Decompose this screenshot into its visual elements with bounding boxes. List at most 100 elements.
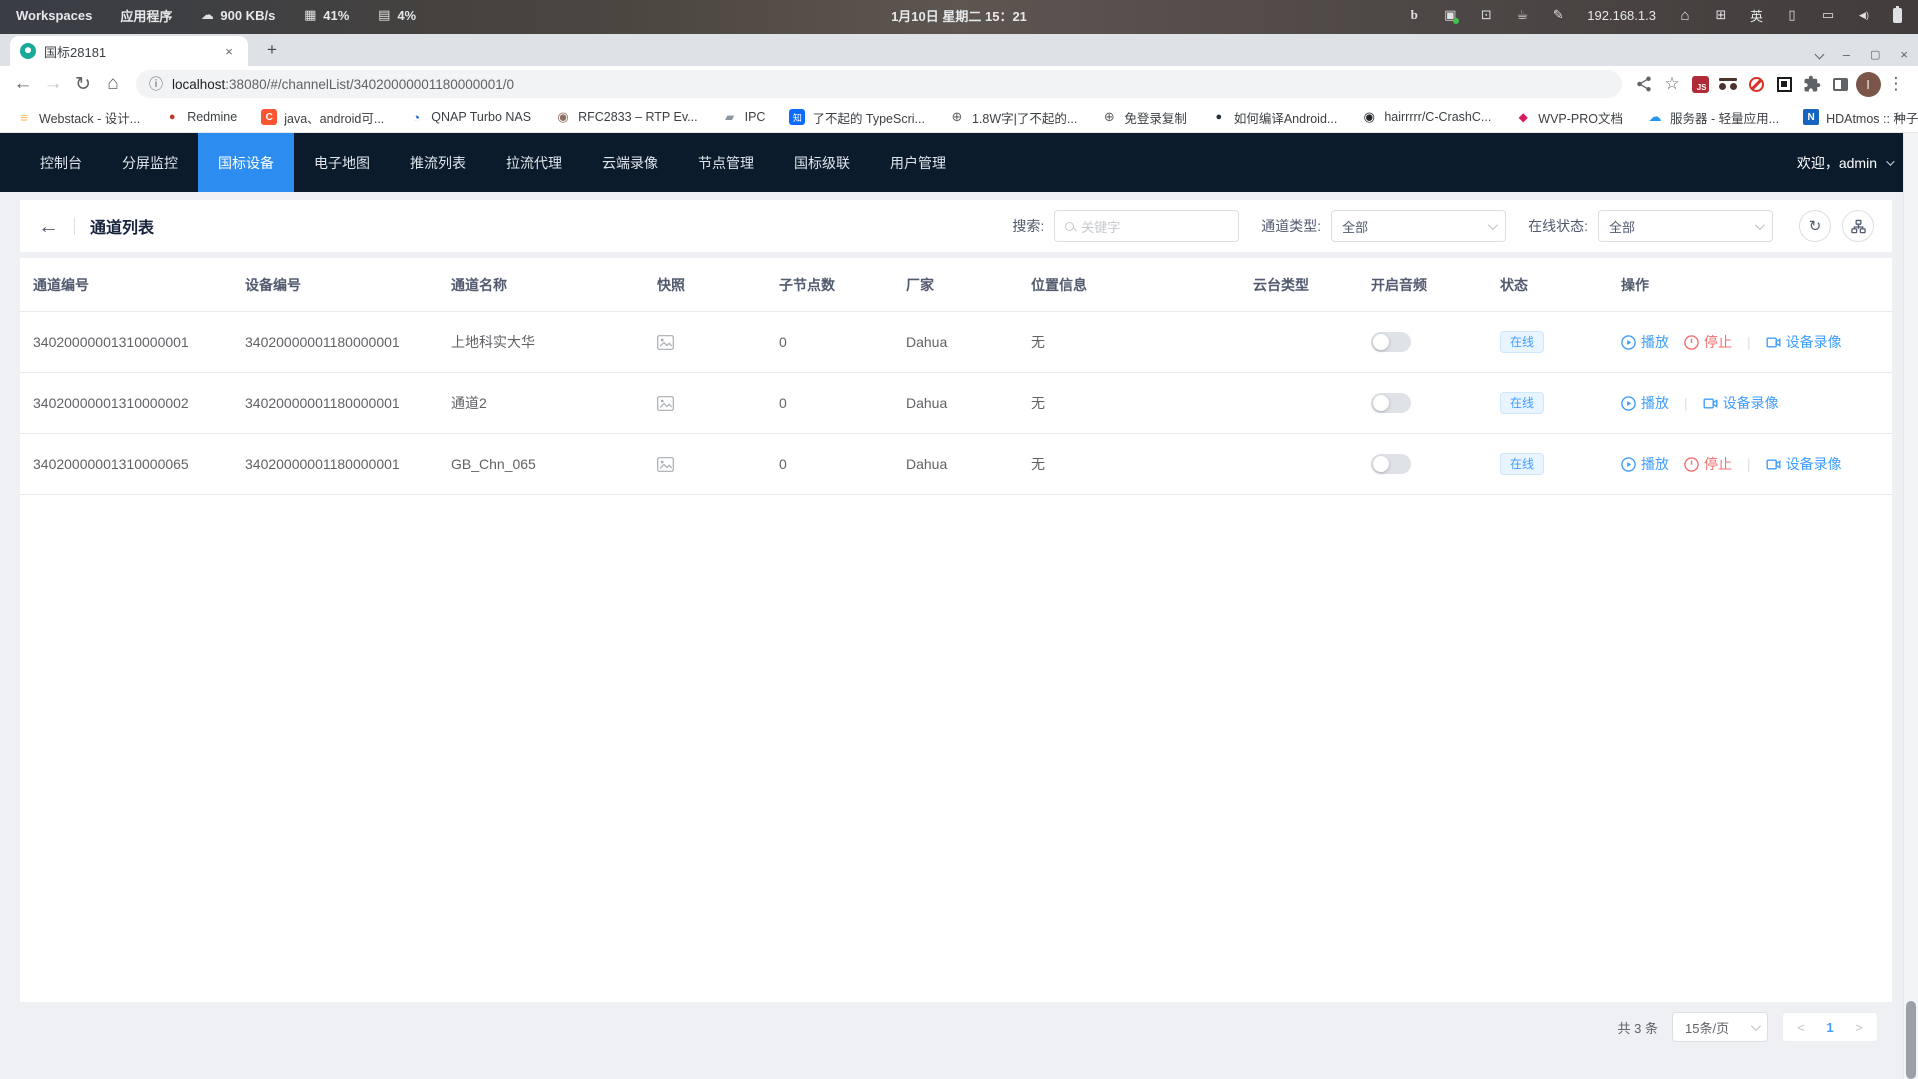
- nav-item[interactable]: 电子地图: [294, 133, 390, 192]
- stop-button[interactable]: 停止: [1684, 454, 1732, 474]
- play-button[interactable]: 播放: [1621, 332, 1669, 352]
- play-button[interactable]: 播放: [1621, 454, 1669, 474]
- bookmark-item[interactable]: ◆ WVP-PRO文档: [1515, 108, 1623, 127]
- bookmark-item[interactable]: ☁ 服务器 - 轻量应用...: [1647, 108, 1779, 127]
- bookmark-label: 服务器 - 轻量应用...: [1670, 108, 1779, 127]
- stop-button[interactable]: 停止: [1684, 332, 1732, 352]
- page-scrollbar[interactable]: [1903, 133, 1918, 1079]
- page-header: ← 通道列表 搜索: 关键字 通道类型: 全部 在线状态: 全部 ↻: [20, 200, 1892, 252]
- bookmark-item[interactable]: ● 如何编译Android...: [1211, 108, 1338, 127]
- extension-screen-icon[interactable]: [1770, 70, 1798, 98]
- bookmark-label: 了不起的 TypeScri...: [812, 108, 925, 127]
- battery-icon[interactable]: [1893, 8, 1902, 23]
- pen-tray-icon[interactable]: ✎: [1551, 7, 1565, 23]
- bookmark-label: hairrrrr/C-CrashC...: [1384, 110, 1491, 124]
- profile-avatar[interactable]: I: [1854, 70, 1882, 98]
- bookmarks-overflow-chevron[interactable]: »: [1896, 108, 1904, 124]
- phonelink-icon[interactable]: ▯: [1785, 7, 1799, 23]
- page-size-select[interactable]: 15条/页: [1672, 1012, 1768, 1042]
- snapshot-thumbnail-icon[interactable]: [644, 457, 766, 472]
- nav-item[interactable]: 云端录像: [582, 133, 678, 192]
- prev-page-button[interactable]: <: [1787, 1020, 1815, 1035]
- browser-home-button[interactable]: ⌂: [98, 69, 128, 99]
- snapshot-thumbnail-icon[interactable]: [644, 396, 766, 411]
- online-status-select[interactable]: 全部: [1598, 210, 1773, 242]
- extension-js-icon[interactable]: JS: [1686, 70, 1714, 98]
- cloud-download-icon: ☁: [200, 7, 214, 23]
- site-info-icon[interactable]: ⓘ: [149, 74, 163, 94]
- side-panel-icon[interactable]: [1826, 70, 1854, 98]
- reload-button[interactable]: ↻: [68, 69, 98, 99]
- snapshot-thumbnail-icon[interactable]: [644, 335, 766, 350]
- back-button[interactable]: ←: [8, 69, 38, 99]
- minimize-button[interactable]: –: [1843, 47, 1850, 62]
- user-menu[interactable]: 欢迎，admin: [1797, 133, 1892, 192]
- record-icon: [1766, 457, 1781, 472]
- bookmark-item[interactable]: 知 了不起的 TypeScri...: [789, 108, 925, 127]
- cpu-icon: ▦: [303, 7, 317, 23]
- device-record-button[interactable]: 设备录像: [1703, 393, 1779, 413]
- bookmark-item[interactable]: ◉ hairrrrr/C-CrashC...: [1361, 109, 1491, 125]
- cup-tray-icon[interactable]: ☕: [1515, 7, 1529, 23]
- tab-close-icon[interactable]: ×: [220, 42, 238, 60]
- address-bar[interactable]: ⓘ localhost:38080/#/channelList/34020000…: [136, 70, 1622, 98]
- bookmark-item[interactable]: ◔ QNAP Turbo NAS: [408, 109, 531, 125]
- bookmark-item[interactable]: ≡ Webstack - 设计...: [16, 108, 140, 127]
- bing-tray-icon[interactable]: b: [1407, 7, 1421, 23]
- home-tray-icon[interactable]: ⌂: [1678, 7, 1692, 24]
- forward-button[interactable]: →: [38, 69, 68, 99]
- bookmark-item[interactable]: ▰ IPC: [722, 109, 766, 125]
- next-page-button[interactable]: >: [1845, 1020, 1873, 1035]
- window-close-button[interactable]: ×: [1900, 47, 1908, 62]
- bookmark-star-icon[interactable]: ☆: [1658, 70, 1686, 98]
- windows-tray-icon[interactable]: ⊞: [1714, 7, 1728, 23]
- audio-toggle[interactable]: [1371, 454, 1411, 474]
- bookmark-item[interactable]: C java、android可...: [261, 108, 384, 127]
- applications-menu[interactable]: 应用程序: [120, 6, 172, 25]
- bookmark-item[interactable]: ◉ RFC2833 – RTP Ev...: [555, 109, 698, 125]
- page-back-button[interactable]: ←: [38, 216, 59, 237]
- browser-tab[interactable]: 国标28181 ×: [10, 36, 248, 66]
- display-icon[interactable]: ▭: [1821, 7, 1835, 23]
- search-input[interactable]: 关键字: [1054, 210, 1239, 242]
- audio-toggle[interactable]: [1371, 393, 1411, 413]
- volume-icon[interactable]: ◀): [1857, 10, 1871, 21]
- clipboard-tray-icon[interactable]: ⊡: [1479, 7, 1493, 23]
- nav-item[interactable]: 用户管理: [870, 133, 966, 192]
- extension-blocker-icon[interactable]: [1742, 70, 1770, 98]
- screenshot-tray-icon[interactable]: ▣: [1443, 7, 1457, 23]
- browser-menu-icon[interactable]: ⋮: [1882, 70, 1910, 98]
- nav-item[interactable]: 推流列表: [390, 133, 486, 192]
- page-size-value: 15条/页: [1685, 1018, 1729, 1037]
- audio-toggle[interactable]: [1371, 332, 1411, 352]
- bookmark-item[interactable]: ● Redmine: [164, 109, 237, 125]
- bookmark-item[interactable]: ⊕ 免登录复制: [1101, 108, 1187, 127]
- ip-address-indicator[interactable]: 192.168.1.3: [1587, 8, 1656, 23]
- extension-incognito-icon[interactable]: [1714, 70, 1742, 98]
- workspaces-button[interactable]: Workspaces: [16, 8, 92, 23]
- nav-item[interactable]: 国标设备: [198, 133, 294, 192]
- device-record-button[interactable]: 设备录像: [1766, 454, 1842, 474]
- input-method-indicator[interactable]: 英: [1750, 6, 1763, 25]
- new-tab-button[interactable]: +: [260, 38, 284, 62]
- url-path: :38080/#/channelList/3402000000118000000…: [225, 77, 514, 92]
- maximize-button[interactable]: ▢: [1870, 48, 1880, 61]
- extensions-puzzle-icon[interactable]: [1798, 70, 1826, 98]
- nav-item[interactable]: 节点管理: [678, 133, 774, 192]
- tab-search-chevron-icon[interactable]: [1814, 50, 1824, 60]
- nav-item[interactable]: 拉流代理: [486, 133, 582, 192]
- table-row: 34020000001310000001 3402000000118000000…: [20, 312, 1892, 373]
- channel-type-select[interactable]: 全部: [1331, 210, 1506, 242]
- share-icon[interactable]: [1630, 70, 1658, 98]
- bookmark-item[interactable]: ⊕ 1.8W字|了不起的...: [949, 108, 1077, 127]
- tree-view-button[interactable]: [1842, 210, 1874, 242]
- refresh-button[interactable]: ↻: [1799, 210, 1831, 242]
- play-button[interactable]: 播放: [1621, 393, 1669, 413]
- current-page[interactable]: 1: [1815, 1020, 1845, 1035]
- nav-item[interactable]: 国标级联: [774, 133, 870, 192]
- scrollbar-thumb[interactable]: [1906, 1001, 1916, 1079]
- device-record-button[interactable]: 设备录像: [1766, 332, 1842, 352]
- nav-item[interactable]: 分屏监控: [102, 133, 198, 192]
- nav-item[interactable]: 控制台: [20, 133, 102, 192]
- redmine-icon: ●: [164, 109, 180, 125]
